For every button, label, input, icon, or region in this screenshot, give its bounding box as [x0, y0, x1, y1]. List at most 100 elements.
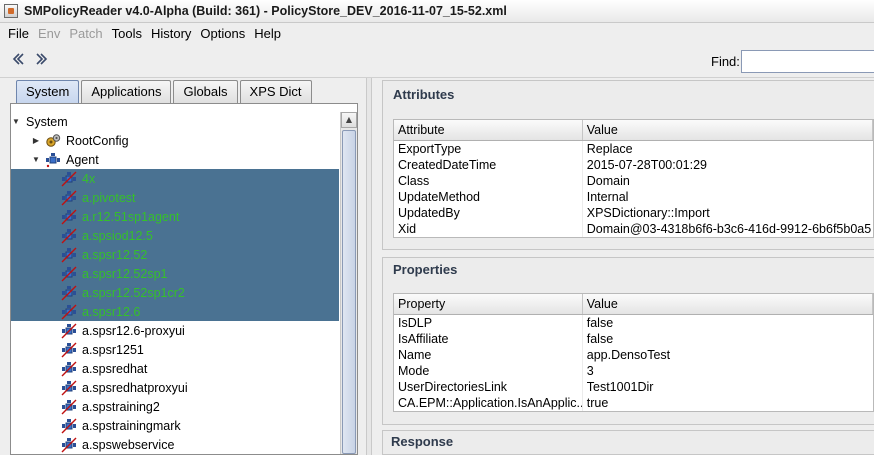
menu-tools[interactable]: Tools [112, 26, 142, 41]
cell-value: 2015-07-28T00:01:29 [586, 158, 707, 172]
cell-value: false [586, 332, 614, 346]
app-icon [4, 4, 18, 18]
cell-value: Domain [586, 174, 630, 188]
cell-name: Xid [394, 221, 583, 237]
column-header-value[interactable]: Value [583, 294, 873, 314]
policy-tree[interactable]: ▼ System ▶ RootConfig ▼ Agent 4x a.pivote… [11, 112, 339, 455]
table-row[interactable]: Name app.DensoTest [394, 347, 873, 363]
agent-icon [61, 418, 77, 433]
cell-name: IsAffiliate [394, 331, 583, 347]
table-row[interactable]: Class Domain [394, 173, 873, 189]
menu-patch[interactable]: Patch [69, 26, 102, 41]
properties-table[interactable]: Property Value IsDLP false IsAffiliate fals… [393, 293, 874, 412]
expand-triangle-icon[interactable]: ▶ [31, 136, 41, 145]
attributes-table[interactable]: Attribute Value ExportType Replace Created… [393, 119, 874, 238]
cell-value: Domain@03-4318b6f6-b3c6-416d-9912-6b6f5b… [586, 222, 872, 236]
cell-value: 3 [586, 364, 594, 378]
tree-item-label: a.spsr1251 [82, 342, 144, 357]
table-row[interactable]: Xid Domain@03-4318b6f6-b3c6-416d-9912-6b6… [394, 221, 873, 237]
collapse-triangle-icon[interactable]: ▼ [11, 117, 21, 126]
tree-node-system[interactable]: ▼ System [11, 112, 339, 131]
agent-icon [61, 437, 77, 452]
scroll-thumb[interactable] [342, 130, 356, 454]
column-header-property[interactable]: Property [394, 294, 583, 314]
tab-system[interactable]: System [16, 80, 80, 103]
table-row[interactable]: IsDLP false [394, 315, 873, 331]
tree-item-agent[interactable]: a.spstrainingmark [11, 416, 339, 435]
tree-item-label: a.spsr12.6 [82, 304, 141, 319]
agent-icon [46, 152, 60, 167]
forward-button[interactable] [33, 52, 51, 70]
column-header-value[interactable]: Value [583, 120, 873, 140]
agent-icon [61, 342, 77, 357]
tab-globals[interactable]: Globals [173, 80, 238, 103]
response-panel [382, 430, 874, 455]
agent-icon [61, 190, 77, 205]
menu-bar: File Env Patch Tools History Options Hel… [0, 23, 874, 44]
find-input[interactable] [741, 50, 874, 73]
column-header-attribute[interactable]: Attribute [394, 120, 583, 140]
menu-help[interactable]: Help [254, 26, 281, 41]
tree-item-agent[interactable]: a.spsr12.6 [11, 302, 339, 321]
agent-icon [61, 209, 77, 224]
tab-applications[interactable]: Applications [81, 80, 172, 103]
cell-name: UpdatedBy [394, 205, 583, 221]
tree-scrollbar[interactable]: ▲ [340, 112, 357, 454]
tree-node-agent[interactable]: ▼ Agent [11, 150, 339, 169]
window-title: SMPolicyReader v4.0-Alpha (Build: 361) -… [24, 4, 507, 18]
tree-item-agent[interactable]: a.spswebservice [11, 435, 339, 454]
table-row[interactable]: IsAffiliate false [394, 331, 873, 347]
cell-value: XPSDictionary::Import [586, 206, 710, 220]
tree-node-rootconfig[interactable]: ▶ RootConfig [11, 131, 339, 150]
table-row[interactable]: CA.EPM::Application.IsAnApplic... true [394, 395, 873, 411]
tab-strip: System Applications Globals XPS Dict [16, 80, 314, 103]
properties-title: Properties [393, 262, 458, 277]
tree-item-agent[interactable]: a.r12.51sp1agent [11, 207, 339, 226]
tree-item-agent[interactable]: a.spsiod12.5 [11, 226, 339, 245]
tree-item-label: a.r12.51sp1agent [82, 209, 180, 224]
back-button[interactable] [9, 52, 27, 70]
menu-env[interactable]: Env [38, 26, 60, 41]
agent-icon [61, 399, 77, 414]
tree-item-agent[interactable]: a.spsredhat [11, 359, 339, 378]
cell-value: Replace [586, 142, 633, 156]
tree-item-label: a.spstrainingmark [82, 418, 181, 433]
agent-icon [61, 171, 77, 186]
split-pane-divider[interactable] [366, 78, 372, 455]
cell-value: Internal [586, 190, 629, 204]
tree-item-label: a.spsr12.52 [82, 247, 148, 262]
table-header: Property Value [394, 294, 873, 315]
table-row[interactable]: Mode 3 [394, 363, 873, 379]
scroll-up-arrow-icon[interactable]: ▲ [341, 112, 357, 128]
tree-item-agent[interactable]: a.spsr12.52sp1cr2 [11, 283, 339, 302]
table-row[interactable]: UpdatedBy XPSDictionary::Import [394, 205, 873, 221]
tree-item-agent[interactable]: a.pivotest [11, 188, 339, 207]
tab-xps-dict[interactable]: XPS Dict [239, 80, 312, 103]
tree-node-label: Agent [66, 152, 99, 167]
tree-item-label: a.spstraining2 [82, 399, 160, 414]
tree-item-agent[interactable]: a.spsredhatproxyui [11, 378, 339, 397]
tree-item-agent[interactable]: a.spsr1251 [11, 340, 339, 359]
menu-history[interactable]: History [151, 26, 191, 41]
table-row[interactable]: CreatedDateTime 2015-07-28T00:01:29 [394, 157, 873, 173]
menu-options[interactable]: Options [200, 26, 245, 41]
tree-item-agent[interactable]: a.spsr12.52sp1 [11, 264, 339, 283]
tree-item-agent[interactable]: a.spsr12.6-proxyui [11, 321, 339, 340]
table-row[interactable]: UserDirectoriesLink Test1001Dir [394, 379, 873, 395]
cell-name: Mode [394, 363, 583, 379]
tree-node-label: System [26, 114, 68, 129]
menu-file[interactable]: File [8, 26, 29, 41]
cell-name: CA.EPM::Application.IsAnApplic... [394, 395, 583, 411]
tree-item-label: a.spsr12.6-proxyui [82, 323, 185, 338]
tree-item-label: a.spsr12.52sp1 [82, 266, 168, 281]
cell-name: Name [394, 347, 583, 363]
table-row[interactable]: ExportType Replace [394, 141, 873, 157]
table-row[interactable]: UpdateMethod Internal [394, 189, 873, 205]
tree-item-agent[interactable]: 4x [11, 169, 339, 188]
tree-item-agent[interactable]: a.spsr12.52 [11, 245, 339, 264]
agent-icon [61, 304, 77, 319]
collapse-triangle-icon[interactable]: ▼ [31, 155, 41, 164]
cell-value: true [586, 396, 609, 410]
tree-item-label: a.spsredhat [82, 361, 148, 376]
tree-item-agent[interactable]: a.spstraining2 [11, 397, 339, 416]
